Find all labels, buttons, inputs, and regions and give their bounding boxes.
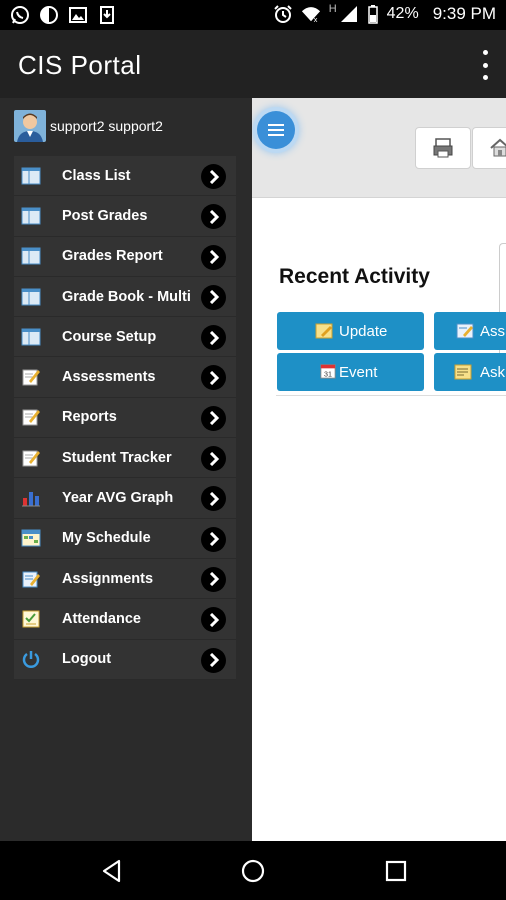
chevron-right-icon — [201, 526, 226, 552]
main-content: Recent Activity Update Ass 31 Event Ask — [252, 98, 506, 841]
grade-book-icon — [20, 286, 42, 308]
menu-item-label: Course Setup — [62, 328, 157, 345]
chevron-right-icon — [201, 164, 226, 189]
divider — [276, 395, 506, 396]
overflow-menu-icon[interactable] — [480, 50, 490, 80]
grades-report-icon — [20, 245, 42, 267]
home-button[interactable] — [472, 127, 506, 169]
menu-item-label: Student Tracker — [62, 449, 172, 466]
chevron-right-icon — [201, 365, 226, 391]
battery-percent: 42% — [386, 5, 419, 22]
menu-item-grade-book-multi[interactable]: Grade Book - Multi — [14, 276, 236, 318]
assignments-icon — [20, 568, 42, 590]
network-type: H — [328, 3, 337, 15]
alarm-icon — [273, 5, 292, 23]
drawer-menu: Class List Post Grades Grades Report Gra… — [14, 156, 236, 680]
menu-item-label: Year AVG Graph — [62, 490, 174, 507]
ask-label: Ask — [480, 363, 506, 381]
calendar-icon: 31 — [320, 364, 336, 379]
update-label: Update — [339, 322, 388, 340]
assignment-label: Ass — [480, 322, 506, 340]
menu-item-label: Class List — [62, 167, 131, 184]
navigation-drawer: support2 support2 Class List Post Grades… — [0, 98, 252, 841]
calendar-day: 31 — [324, 370, 332, 378]
image-icon — [69, 7, 87, 23]
signal-icon — [340, 6, 357, 22]
app-title: CIS Portal — [18, 50, 142, 80]
assessments-icon — [20, 366, 42, 388]
menu-item-assignments[interactable]: Assignments — [14, 558, 236, 600]
clock: 9:39 PM — [432, 4, 496, 23]
print-button[interactable] — [415, 127, 471, 169]
menu-item-label: Logout — [62, 651, 112, 668]
attendance-icon — [20, 608, 42, 630]
menu-item-reports[interactable]: Reports — [14, 397, 236, 439]
battery-icon — [367, 5, 378, 24]
menu-item-label: Grades Report — [62, 248, 163, 265]
reports-icon — [20, 406, 42, 428]
ask-button[interactable]: Ask — [434, 353, 506, 391]
wifi-icon: x — [301, 7, 320, 24]
menu-item-label: Grade Book - Multi — [62, 288, 191, 305]
bar-chart-icon — [20, 487, 42, 509]
post-grades-icon — [20, 205, 42, 227]
menu-item-assessments[interactable]: Assessments — [14, 357, 236, 398]
chevron-right-icon — [201, 446, 226, 472]
menu-item-grades-report[interactable]: Grades Report — [14, 236, 236, 277]
chevron-right-icon — [201, 284, 226, 310]
section-title: Recent Activity — [279, 265, 430, 288]
note-icon — [315, 323, 333, 339]
toolbar — [252, 98, 506, 198]
course-setup-icon — [20, 326, 42, 348]
ask-icon — [454, 364, 472, 380]
menu-item-label: Assignments — [62, 570, 154, 587]
chevron-right-icon — [201, 204, 226, 230]
user-profile[interactable]: support2 support2 — [14, 110, 163, 142]
menu-item-label: Post Grades — [62, 207, 148, 224]
class-list-icon — [20, 165, 42, 187]
assign-icon — [456, 323, 474, 339]
chevron-right-icon — [201, 647, 226, 673]
menu-item-class-list[interactable]: Class List — [14, 156, 236, 197]
system-nav-bar — [0, 841, 506, 900]
status-bar: x H 42% 9:39 PM — [0, 0, 506, 30]
menu-item-attendance[interactable]: Attendance — [14, 599, 236, 640]
menu-item-label: Assessments — [62, 369, 156, 386]
back-icon[interactable] — [99, 858, 125, 884]
avatar — [14, 110, 46, 142]
username: support2 support2 — [50, 118, 163, 134]
menu-item-course-setup[interactable]: Course Setup — [14, 317, 236, 358]
chevron-right-icon — [201, 325, 226, 351]
menu-toggle-icon[interactable] — [257, 111, 295, 149]
student-tracker-icon — [20, 447, 42, 469]
chevron-right-icon — [201, 244, 226, 270]
power-icon — [20, 648, 42, 670]
menu-item-year-avg-graph[interactable]: Year AVG Graph — [14, 478, 236, 519]
print-icon — [433, 138, 453, 158]
theme-icon — [40, 6, 58, 24]
event-button[interactable]: 31 Event — [277, 353, 424, 391]
assignment-button[interactable]: Ass — [434, 312, 506, 350]
chevron-right-icon — [201, 486, 226, 512]
menu-item-post-grades[interactable]: Post Grades — [14, 196, 236, 237]
svg-text:x: x — [313, 15, 317, 24]
event-label: Event — [339, 363, 378, 381]
menu-item-logout[interactable]: Logout — [14, 639, 236, 680]
menu-item-my-schedule[interactable]: My Schedule — [14, 518, 236, 559]
home-nav-icon[interactable] — [240, 858, 266, 884]
menu-item-label: Reports — [62, 409, 117, 426]
download-icon — [100, 6, 114, 24]
menu-item-student-tracker[interactable]: Student Tracker — [14, 438, 236, 479]
chevron-right-icon — [201, 405, 226, 431]
chevron-right-icon — [201, 607, 226, 633]
whatsapp-icon — [11, 6, 29, 24]
app-bar: CIS Portal — [0, 30, 506, 98]
chevron-right-icon — [201, 566, 226, 592]
recents-icon[interactable] — [383, 858, 409, 884]
menu-item-label: My Schedule — [62, 530, 151, 547]
update-button[interactable]: Update — [277, 312, 424, 350]
menu-item-label: Attendance — [62, 610, 141, 627]
schedule-icon — [20, 527, 42, 549]
home-icon — [490, 138, 506, 157]
